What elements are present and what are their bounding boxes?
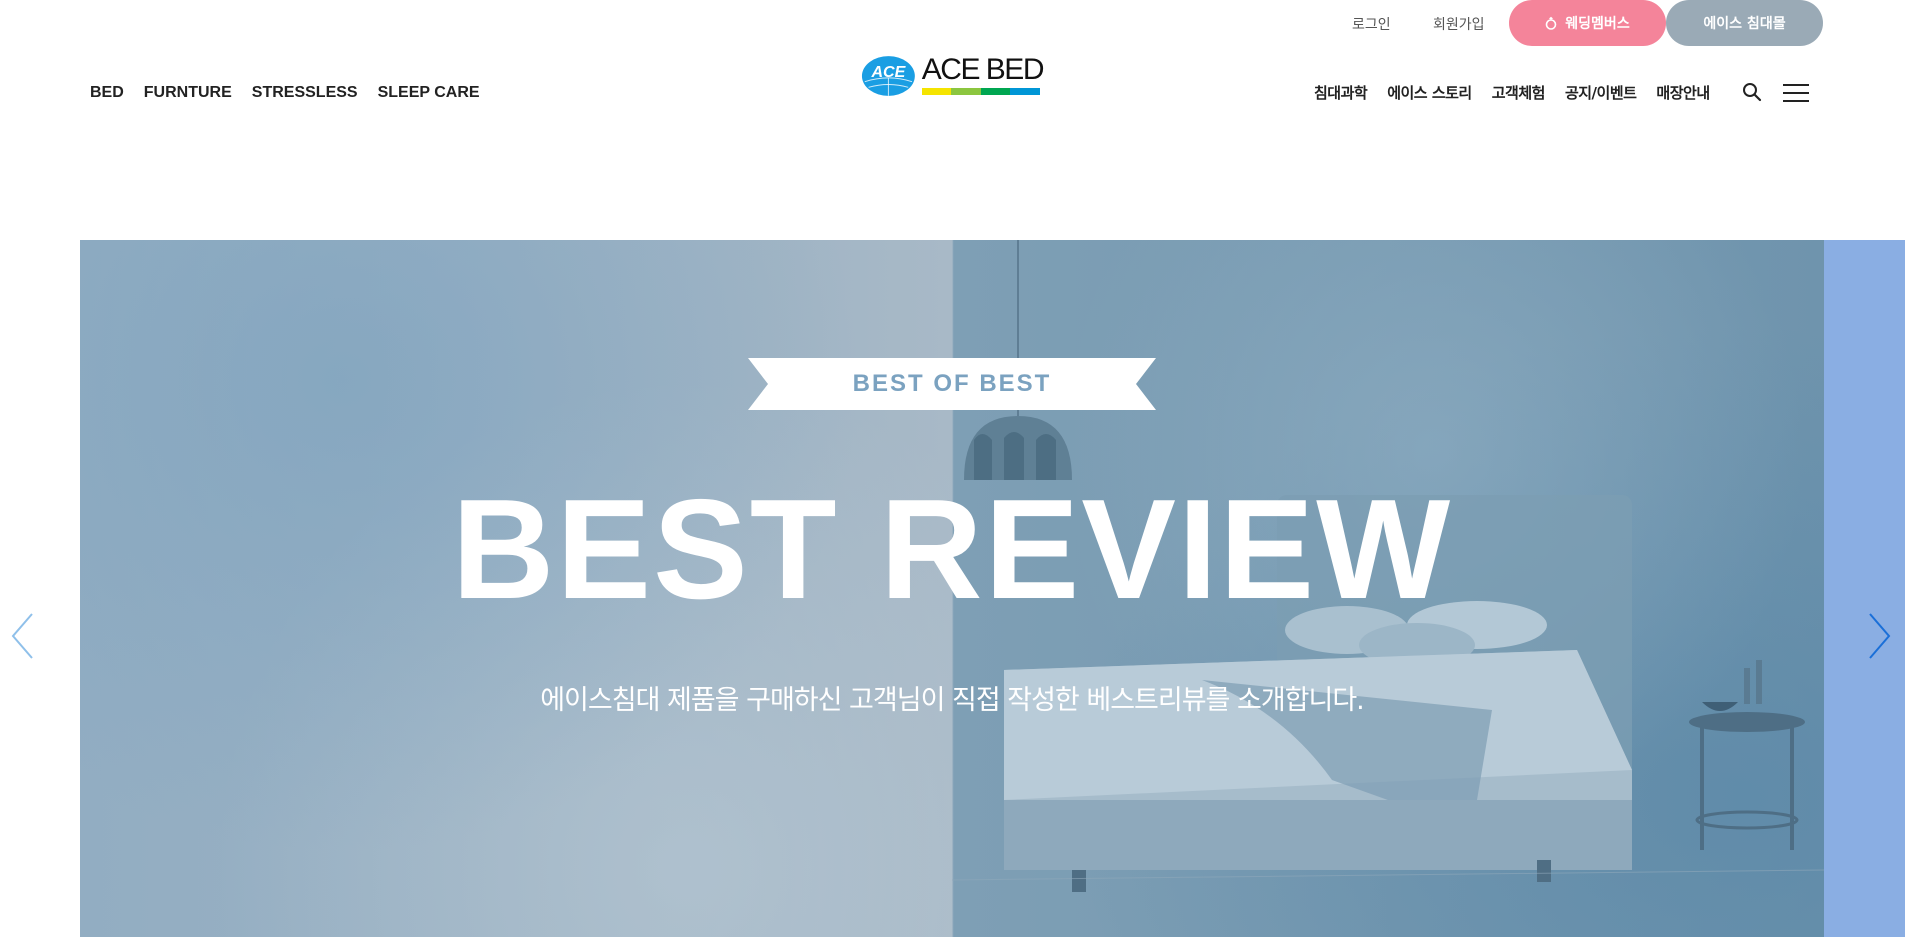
ace-globe-icon: ACE <box>861 56 915 96</box>
logo-mark-text: ACE <box>870 63 906 81</box>
product-nav: BED FURNTURE STRESSLESS SLEEP CARE <box>90 83 480 103</box>
hero-slide[interactable]: BEST OF BEST BEST REVIEW 에이스침대 제품을 구매하신 … <box>80 240 1824 937</box>
hero-title: BEST REVIEW <box>451 470 1453 629</box>
nav-item-stressless[interactable]: STRESSLESS <box>252 83 358 103</box>
best-of-best-ribbon: BEST OF BEST <box>748 358 1156 410</box>
signup-link[interactable]: 회원가입 <box>1433 14 1485 34</box>
stripe-blue <box>1010 88 1040 95</box>
nav-item-sleep-care[interactable]: SLEEP CARE <box>378 83 480 103</box>
nav-item-customer-experience[interactable]: 고객체험 <box>1492 83 1546 103</box>
wedding-members-label: 웨딩멤버스 <box>1565 16 1630 32</box>
login-link[interactable]: 로그인 <box>1352 14 1391 34</box>
logo-color-stripe <box>921 88 1040 95</box>
stripe-lightgreen <box>951 88 981 95</box>
chevron-right-icon[interactable] <box>1866 612 1892 660</box>
ring-icon <box>1545 16 1557 30</box>
ace-mall-label: 에이스 침대몰 <box>1703 16 1786 32</box>
ace-bed-logo[interactable]: ACE ACE BED <box>861 53 1045 104</box>
wedding-members-button[interactable]: 웨딩멤버스 <box>1509 0 1666 46</box>
hamburger-menu-icon[interactable] <box>1782 82 1810 104</box>
nav-item-notice-event[interactable]: 공지/이벤트 <box>1565 83 1637 103</box>
chevron-left-icon[interactable] <box>10 612 36 660</box>
nav-item-bed[interactable]: BED <box>90 83 124 103</box>
next-slide-preview[interactable] <box>1824 240 1905 937</box>
brand-nav: 침대과학 에이스 스토리 고객체험 공지/이벤트 매장안내 <box>1314 83 1710 103</box>
ribbon-label: BEST OF BEST <box>852 370 1052 397</box>
nav-item-bed-science[interactable]: 침대과학 <box>1314 83 1368 103</box>
hero-subtitle: 에이스침대 제품을 구매하신 고객님이 직접 작성한 베스트리뷰를 소개합니다. <box>540 685 1365 716</box>
ace-mall-button[interactable]: 에이스 침대몰 <box>1666 0 1823 46</box>
stripe-yellow <box>921 88 952 95</box>
search-icon[interactable] <box>1742 82 1762 102</box>
nav-item-ace-story[interactable]: 에이스 스토리 <box>1387 83 1472 103</box>
nav-item-store-info[interactable]: 매장안내 <box>1656 83 1710 103</box>
logo-text: ACE BED <box>921 53 1045 86</box>
nav-item-furniture[interactable]: FURNTURE <box>144 83 232 103</box>
stripe-green <box>980 88 1011 95</box>
